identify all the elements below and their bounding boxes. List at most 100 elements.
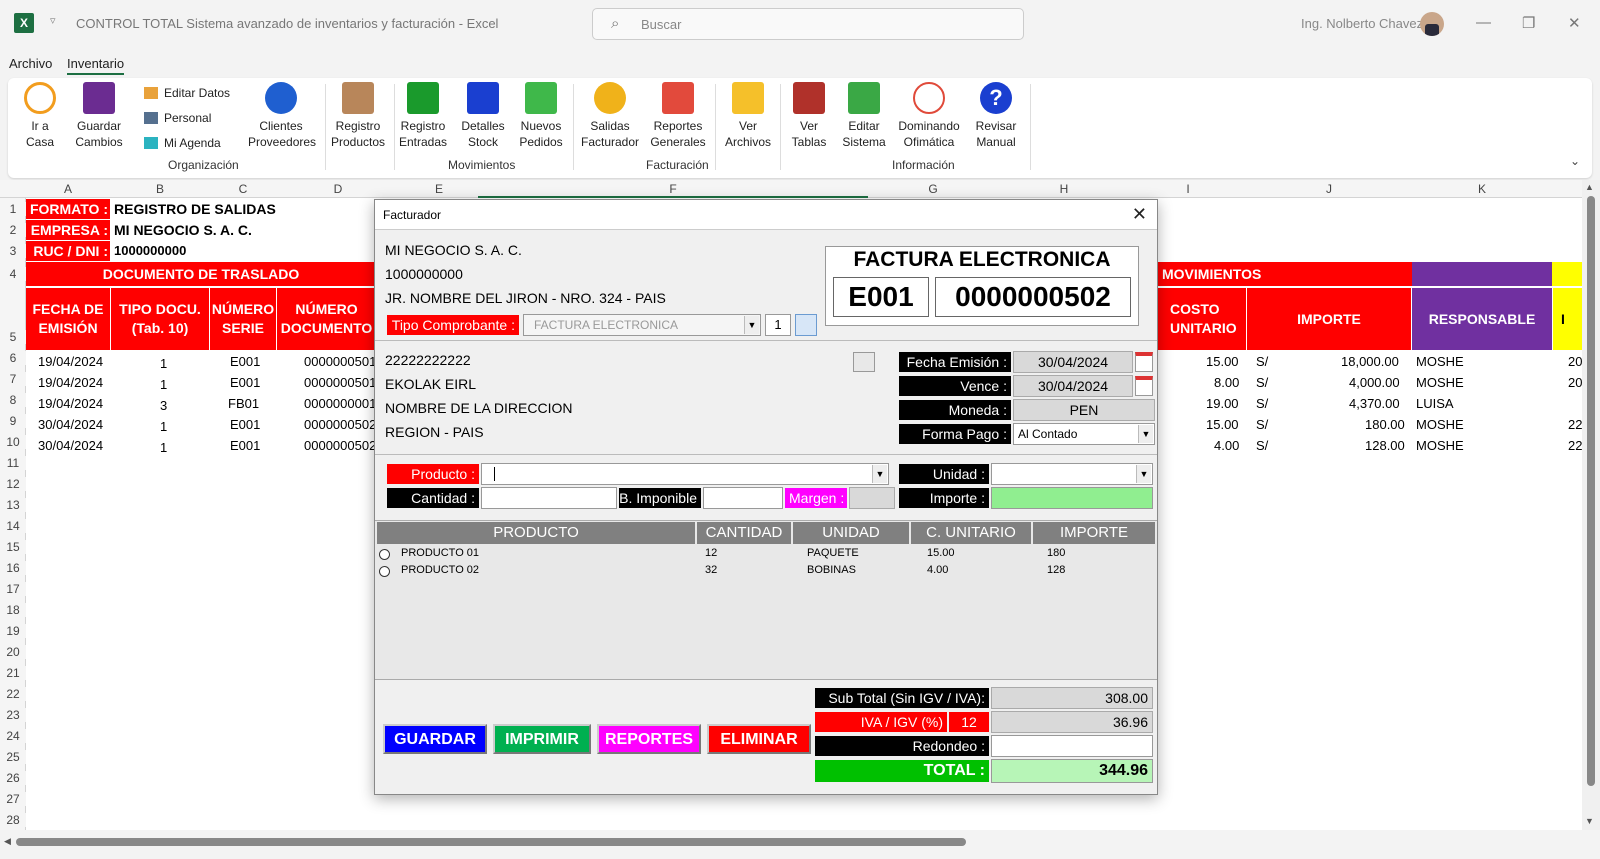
cell-fecha[interactable]: 19/04/2024: [38, 375, 103, 390]
row-header[interactable]: 25: [0, 750, 26, 764]
registro-productos-button[interactable]: Registro Productos: [330, 82, 386, 150]
row-header[interactable]: 4: [0, 267, 26, 281]
close-icon[interactable]: ✕: [1132, 204, 1147, 225]
cell-doc[interactable]: 0000000501: [304, 354, 376, 369]
client-ruc[interactable]: 22222222222: [385, 352, 471, 368]
th-cantidad[interactable]: CANTIDAD: [697, 522, 791, 544]
ruc-value[interactable]: 1000000000: [114, 243, 186, 258]
cell-moneda[interactable]: S/: [1256, 396, 1268, 411]
tab-archivo[interactable]: Archivo: [9, 56, 52, 71]
margen-field[interactable]: [849, 487, 895, 509]
detalles-stock-button[interactable]: Detalles Stock: [458, 82, 508, 150]
cell-tipo[interactable]: 1: [160, 377, 167, 392]
cell-tipo[interactable]: 3: [160, 398, 167, 413]
empresa-label[interactable]: EMPRESA :: [26, 220, 110, 240]
formato-label[interactable]: FORMATO :: [26, 199, 110, 219]
row-header[interactable]: 6: [0, 351, 26, 365]
movimientos-header[interactable]: MOVIMIENTOS: [1158, 262, 1412, 286]
row-header[interactable]: 26: [0, 771, 26, 785]
cell-costo[interactable]: 15.00: [1206, 417, 1239, 432]
cell-extra[interactable]: 22: [1568, 417, 1582, 432]
yellow-cell[interactable]: [1552, 262, 1582, 286]
row-header[interactable]: 28: [0, 813, 26, 827]
vence-field[interactable]: 30/04/2024: [1013, 375, 1133, 397]
row-header[interactable]: 5: [0, 330, 26, 344]
guardar-button[interactable]: GUARDAR: [383, 724, 487, 754]
cell-moneda[interactable]: S/: [1256, 354, 1268, 369]
row-header[interactable]: 10: [0, 435, 26, 449]
cell-fecha[interactable]: 30/04/2024: [38, 438, 103, 453]
client-region[interactable]: REGION - PAIS: [385, 424, 484, 440]
cell-fecha[interactable]: 19/04/2024: [38, 354, 103, 369]
tipo-num-field[interactable]: 1: [765, 314, 791, 336]
imprimir-button[interactable]: IMPRIMIR: [493, 724, 591, 754]
cell-importe[interactable]: 18,000.00: [1341, 354, 1399, 369]
h-tipo[interactable]: TIPO DOCU. (Tab. 10): [111, 288, 209, 350]
horizontal-scroll-thumb[interactable]: [16, 838, 966, 846]
client-address[interactable]: NOMBRE DE LA DIRECCION: [385, 400, 572, 416]
cell-tipo[interactable]: 1: [160, 356, 167, 371]
col-g[interactable]: G: [868, 182, 998, 196]
row-select-radio[interactable]: [379, 549, 390, 560]
row-header[interactable]: 9: [0, 414, 26, 428]
editar-datos-button[interactable]: Editar Datos: [144, 86, 230, 100]
cantidad-field[interactable]: [481, 487, 617, 509]
th-importe[interactable]: IMPORTE: [1033, 522, 1155, 544]
search-client-icon[interactable]: [853, 352, 875, 372]
row-header[interactable]: 22: [0, 687, 26, 701]
ver-tablas-button[interactable]: Ver Tablas: [784, 82, 834, 150]
scroll-down-icon[interactable]: ▼: [1585, 816, 1594, 826]
tipo-comprobante-select[interactable]: FACTURA ELECTRONICA ▼: [523, 314, 761, 336]
minimize-icon[interactable]: —: [1476, 14, 1491, 31]
th-cu[interactable]: C. UNITARIO: [911, 522, 1031, 544]
item-cu[interactable]: 15.00: [927, 547, 955, 559]
importe-field[interactable]: [991, 487, 1153, 509]
cell-importe[interactable]: 128.00: [1365, 438, 1405, 453]
col-d[interactable]: D: [276, 182, 400, 196]
cell-extra[interactable]: 20: [1568, 354, 1582, 369]
clientes-proveedores-button[interactable]: Clientes Proveedores: [248, 82, 316, 150]
cell-costo[interactable]: 4.00: [1214, 438, 1239, 453]
scroll-left-icon[interactable]: ◀: [4, 836, 11, 847]
salidas-facturador-button[interactable]: Salidas Facturador: [580, 82, 640, 150]
cell-serie[interactable]: E001: [230, 438, 260, 453]
col-j[interactable]: J: [1246, 182, 1412, 196]
cell-responsable[interactable]: MOSHE: [1416, 375, 1464, 390]
producto-select[interactable]: ▼: [481, 463, 889, 485]
forma-pago-select[interactable]: Al Contado ▼: [1013, 423, 1155, 445]
cell-moneda[interactable]: S/: [1256, 375, 1268, 390]
row-header[interactable]: 8: [0, 393, 26, 407]
cell-doc[interactable]: 0000000502: [304, 438, 376, 453]
item-importe[interactable]: 180: [1047, 547, 1065, 559]
igv-rate-field[interactable]: 12: [949, 712, 989, 732]
row-header[interactable]: 7: [0, 372, 26, 386]
row-select-radio[interactable]: [379, 566, 390, 577]
row-header[interactable]: 1: [0, 202, 26, 216]
item-cantidad[interactable]: 12: [705, 547, 717, 559]
col-e[interactable]: E: [400, 182, 478, 196]
close-window-icon[interactable]: ✕: [1568, 14, 1581, 32]
client-name[interactable]: EKOLAK EIRL: [385, 376, 476, 392]
ver-archivos-button[interactable]: Ver Archivos: [720, 82, 776, 150]
cell-responsable[interactable]: MOSHE: [1416, 354, 1464, 369]
unidad-select[interactable]: ▼: [991, 463, 1153, 485]
item-producto[interactable]: PRODUCTO 01: [401, 547, 479, 559]
vertical-scroll-thumb[interactable]: [1587, 196, 1595, 786]
cell-moneda[interactable]: S/: [1256, 438, 1268, 453]
b-imponible-field[interactable]: [703, 487, 783, 509]
guardar-cambios-button[interactable]: Guardar Cambios: [72, 82, 126, 150]
row-header[interactable]: 27: [0, 792, 26, 806]
items-list[interactable]: [375, 520, 1157, 680]
cell-importe[interactable]: 4,000.00: [1349, 375, 1400, 390]
row-header[interactable]: 15: [0, 540, 26, 554]
calendar-icon[interactable]: [1135, 352, 1153, 372]
row-header[interactable]: 13: [0, 498, 26, 512]
cell-serie[interactable]: FB01: [228, 396, 259, 411]
eliminar-button[interactable]: ELIMINAR: [707, 724, 811, 754]
cell-costo[interactable]: 19.00: [1206, 396, 1239, 411]
col-a[interactable]: A: [26, 182, 110, 196]
h-importe[interactable]: IMPORTE: [1247, 288, 1411, 350]
row-header[interactable]: 14: [0, 519, 26, 533]
h-responsable[interactable]: RESPONSABLE: [1412, 288, 1552, 350]
reportes-generales-button[interactable]: Reportes Generales: [648, 82, 708, 150]
